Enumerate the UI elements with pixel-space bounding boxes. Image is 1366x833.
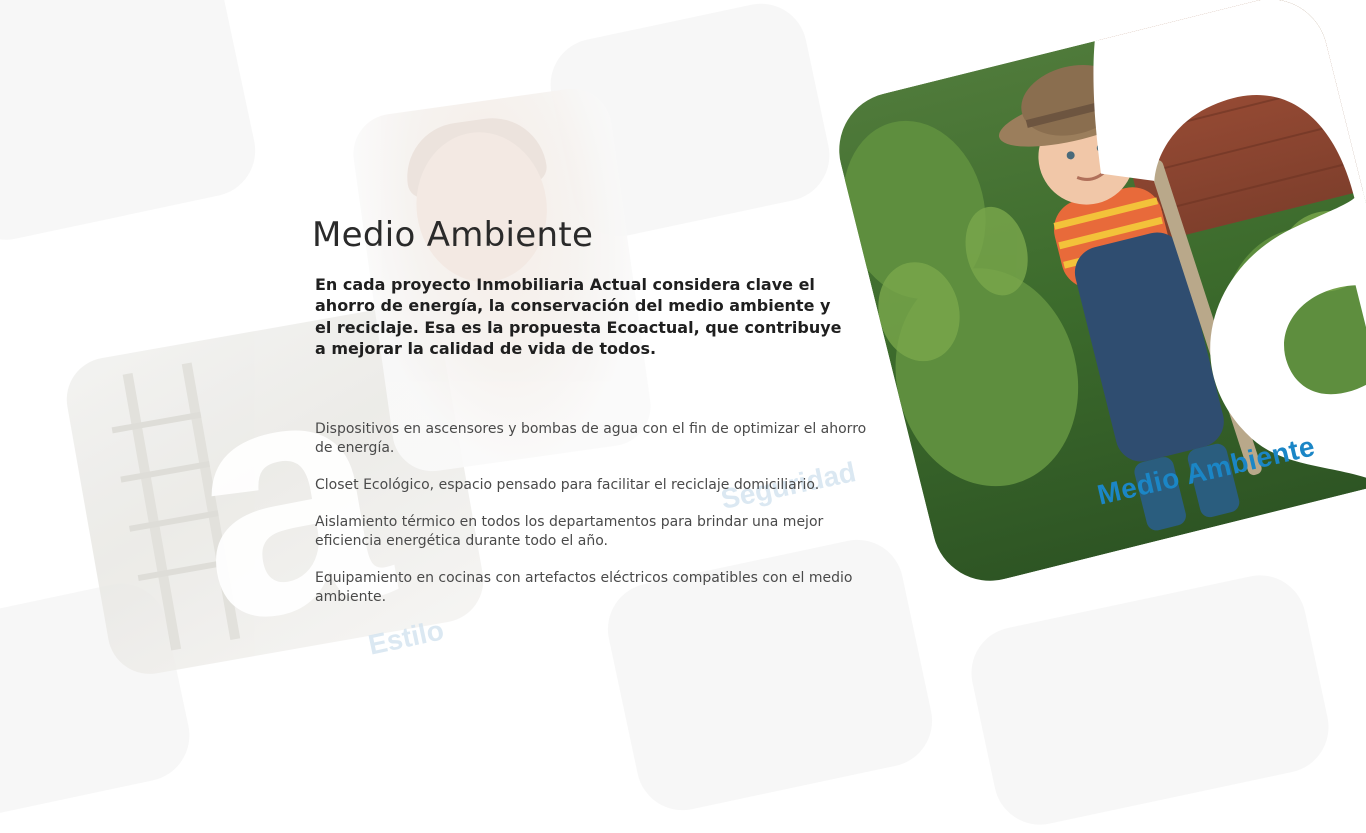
content-section: Medio Ambiente En cada proyecto Inmobili…: [312, 215, 872, 625]
feature-item: Equipamiento en cocinas con artefactos e…: [315, 569, 853, 605]
feature-item: Aislamiento térmico en todos los departa…: [315, 513, 824, 549]
child-garden-photo: [826, 0, 1366, 594]
feature-list: Dispositivos en ascensores y bombas de a…: [315, 420, 875, 607]
feature-item: Closet Ecológico, espacio pensado para f…: [315, 476, 820, 493]
intro-paragraph: En cada proyecto Inmobiliaria Actual con…: [315, 274, 842, 359]
background-tile: [0, 0, 264, 249]
background-tile: [962, 566, 1338, 833]
page-title: Medio Ambiente: [312, 215, 594, 255]
background-tile: [542, 0, 838, 245]
feature-item: Dispositivos en ascensores y bombas de a…: [315, 420, 867, 456]
hero-photo-card: [826, 0, 1366, 594]
background-tile: [0, 575, 198, 825]
